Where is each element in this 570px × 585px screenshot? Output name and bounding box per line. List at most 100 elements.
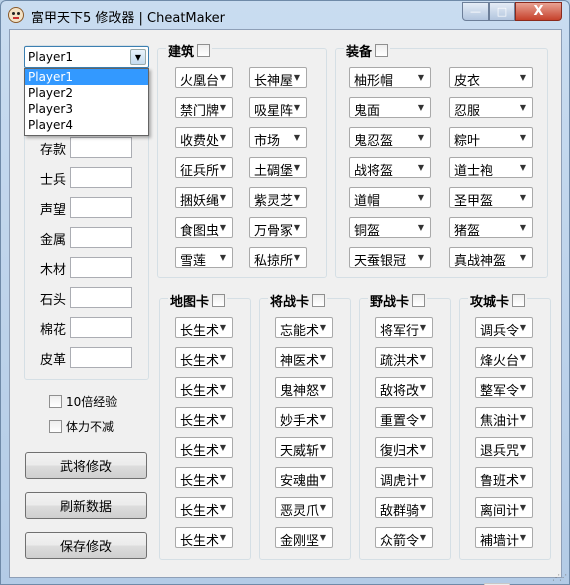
item-select[interactable]: 鬼面 ▼ bbox=[349, 97, 431, 119]
chevron-down-icon[interactable]: ▼ bbox=[290, 220, 304, 235]
chevron-down-icon[interactable]: ▼ bbox=[416, 500, 430, 515]
item-select[interactable]: 万骨冢 ▼ bbox=[249, 217, 307, 239]
item-select[interactable]: 猪盔 ▼ bbox=[449, 217, 533, 239]
group-checkbox[interactable] bbox=[512, 294, 526, 307]
chevron-down-icon[interactable]: ▼ bbox=[516, 220, 530, 235]
item-select[interactable]: 长生术 ▼ bbox=[175, 347, 233, 369]
chevron-down-icon[interactable]: ▼ bbox=[290, 160, 304, 175]
item-select[interactable]: 调虎计 ▼ bbox=[375, 467, 433, 489]
chevron-down-icon[interactable]: ▼ bbox=[216, 350, 230, 365]
item-select[interactable]: 长神屋 ▼ bbox=[249, 67, 307, 89]
item-select[interactable]: 柚形帽 ▼ bbox=[349, 67, 431, 89]
item-select[interactable]: 金刚坚 ▼ bbox=[275, 527, 333, 549]
chevron-down-icon[interactable]: ▼ bbox=[516, 100, 530, 115]
chevron-down-icon[interactable]: ▼ bbox=[290, 100, 304, 115]
chevron-down-icon[interactable]: ▼ bbox=[414, 70, 428, 85]
item-select[interactable]: 长生术 ▼ bbox=[175, 497, 233, 519]
chevron-down-icon[interactable]: ▼ bbox=[414, 100, 428, 115]
item-select[interactable]: 忍服 ▼ bbox=[449, 97, 533, 119]
chevron-down-icon[interactable]: ▼ bbox=[216, 500, 230, 515]
chevron-down-icon[interactable]: ▼ bbox=[216, 470, 230, 485]
item-select[interactable]: 紫灵芝 ▼ bbox=[249, 187, 307, 209]
chevron-down-icon[interactable]: ▼ bbox=[516, 410, 530, 425]
item-select[interactable]: 长生术 ▼ bbox=[175, 377, 233, 399]
item-select[interactable]: 私掠所 ▼ bbox=[249, 247, 307, 269]
chevron-down-icon[interactable]: ▼ bbox=[216, 130, 230, 145]
group-checkbox[interactable] bbox=[375, 44, 389, 57]
chevron-down-icon[interactable]: ▼ bbox=[414, 220, 428, 235]
item-select[interactable]: 铜盔 ▼ bbox=[349, 217, 431, 239]
chevron-down-icon[interactable]: ▼ bbox=[516, 320, 530, 335]
chevron-down-icon[interactable]: ▼ bbox=[316, 410, 330, 425]
resize-grip-icon[interactable]: ⋰⋰ bbox=[552, 573, 567, 582]
item-select[interactable]: 疏洪术 ▼ bbox=[375, 347, 433, 369]
item-select[interactable]: 忘能术 ▼ bbox=[275, 317, 333, 339]
chevron-down-icon[interactable]: ▼ bbox=[130, 49, 146, 65]
field-input[interactable] bbox=[70, 227, 132, 248]
item-select[interactable]: 重置令 ▼ bbox=[375, 407, 433, 429]
maximize-button[interactable]: □ bbox=[489, 2, 515, 21]
item-select[interactable]: 道帽 ▼ bbox=[349, 187, 431, 209]
item-select[interactable]: 粽叶 ▼ bbox=[449, 127, 533, 149]
chevron-down-icon[interactable]: ▼ bbox=[516, 470, 530, 485]
item-select[interactable]: 市场 ▼ bbox=[249, 127, 307, 149]
player-option[interactable]: Player2 bbox=[25, 85, 148, 101]
chevron-down-icon[interactable]: ▼ bbox=[516, 350, 530, 365]
item-select[interactable]: 收费处 ▼ bbox=[175, 127, 233, 149]
chevron-down-icon[interactable]: ▼ bbox=[516, 500, 530, 515]
chevron-down-icon[interactable]: ▼ bbox=[416, 410, 430, 425]
chevron-down-icon[interactable]: ▼ bbox=[216, 530, 230, 545]
item-select[interactable]: 補墙计 ▼ bbox=[475, 527, 533, 549]
chevron-down-icon[interactable]: ▼ bbox=[216, 220, 230, 235]
item-select[interactable]: 调兵令 ▼ bbox=[475, 317, 533, 339]
item-select[interactable]: 离间计 ▼ bbox=[475, 497, 533, 519]
item-select[interactable]: 神医术 ▼ bbox=[275, 347, 333, 369]
chevron-down-icon[interactable]: ▼ bbox=[316, 320, 330, 335]
checkbox-box[interactable] bbox=[49, 420, 62, 433]
chevron-down-icon[interactable]: ▼ bbox=[216, 440, 230, 455]
minimize-button[interactable]: — bbox=[462, 2, 489, 21]
item-select[interactable]: 将军行 ▼ bbox=[375, 317, 433, 339]
refresh-data-button[interactable]: 刷新数据 bbox=[25, 492, 147, 519]
item-select[interactable]: 真战神盔 ▼ bbox=[449, 247, 533, 269]
item-select[interactable]: 雪莲 ▼ bbox=[175, 247, 233, 269]
chevron-down-icon[interactable]: ▼ bbox=[290, 130, 304, 145]
chevron-down-icon[interactable]: ▼ bbox=[216, 160, 230, 175]
chevron-down-icon[interactable]: ▼ bbox=[516, 380, 530, 395]
item-select[interactable]: 长生术 ▼ bbox=[175, 527, 233, 549]
item-select[interactable]: 长生术 ▼ bbox=[175, 437, 233, 459]
chevron-down-icon[interactable]: ▼ bbox=[216, 190, 230, 205]
group-checkbox[interactable] bbox=[312, 294, 326, 307]
title-bar[interactable]: 富甲天下5 修改器 | CheatMaker — □ X bbox=[1, 1, 569, 29]
item-select[interactable]: 天蚕银冠 ▼ bbox=[349, 247, 431, 269]
group-checkbox[interactable] bbox=[197, 44, 211, 57]
field-input[interactable] bbox=[70, 197, 132, 218]
field-input[interactable] bbox=[70, 317, 132, 338]
item-select[interactable]: 禁门牌 ▼ bbox=[175, 97, 233, 119]
no-stamina-checkbox[interactable]: 体力不减 bbox=[49, 418, 114, 435]
chevron-down-icon[interactable]: ▼ bbox=[414, 130, 428, 145]
chevron-down-icon[interactable]: ▼ bbox=[316, 470, 330, 485]
chevron-down-icon[interactable]: ▼ bbox=[316, 440, 330, 455]
save-button[interactable]: 保存修改 bbox=[25, 532, 147, 559]
item-select[interactable]: 征兵所 ▼ bbox=[175, 157, 233, 179]
chevron-down-icon[interactable]: ▼ bbox=[216, 70, 230, 85]
item-select[interactable]: 战将盔 ▼ bbox=[349, 157, 431, 179]
chevron-down-icon[interactable]: ▼ bbox=[416, 320, 430, 335]
item-select[interactable]: 恶灵爪 ▼ bbox=[275, 497, 333, 519]
chevron-down-icon[interactable]: ▼ bbox=[316, 500, 330, 515]
item-select[interactable]: 捆妖绳 ▼ bbox=[175, 187, 233, 209]
general-edit-button[interactable]: 武将修改 bbox=[25, 452, 147, 479]
item-select[interactable]: 长生术 ▼ bbox=[175, 407, 233, 429]
item-select[interactable]: 鲁班术 ▼ bbox=[475, 467, 533, 489]
chevron-down-icon[interactable]: ▼ bbox=[290, 250, 304, 265]
chevron-down-icon[interactable]: ▼ bbox=[516, 250, 530, 265]
group-checkbox[interactable] bbox=[212, 294, 226, 307]
player-option[interactable]: Player4 bbox=[25, 117, 148, 133]
item-select[interactable]: 吸星阵 ▼ bbox=[249, 97, 307, 119]
player-option[interactable]: Player1 bbox=[25, 69, 148, 85]
item-select[interactable]: 整军令 ▼ bbox=[475, 377, 533, 399]
chevron-down-icon[interactable]: ▼ bbox=[516, 440, 530, 455]
player-option[interactable]: Player3 bbox=[25, 101, 148, 117]
field-input[interactable] bbox=[70, 347, 132, 368]
